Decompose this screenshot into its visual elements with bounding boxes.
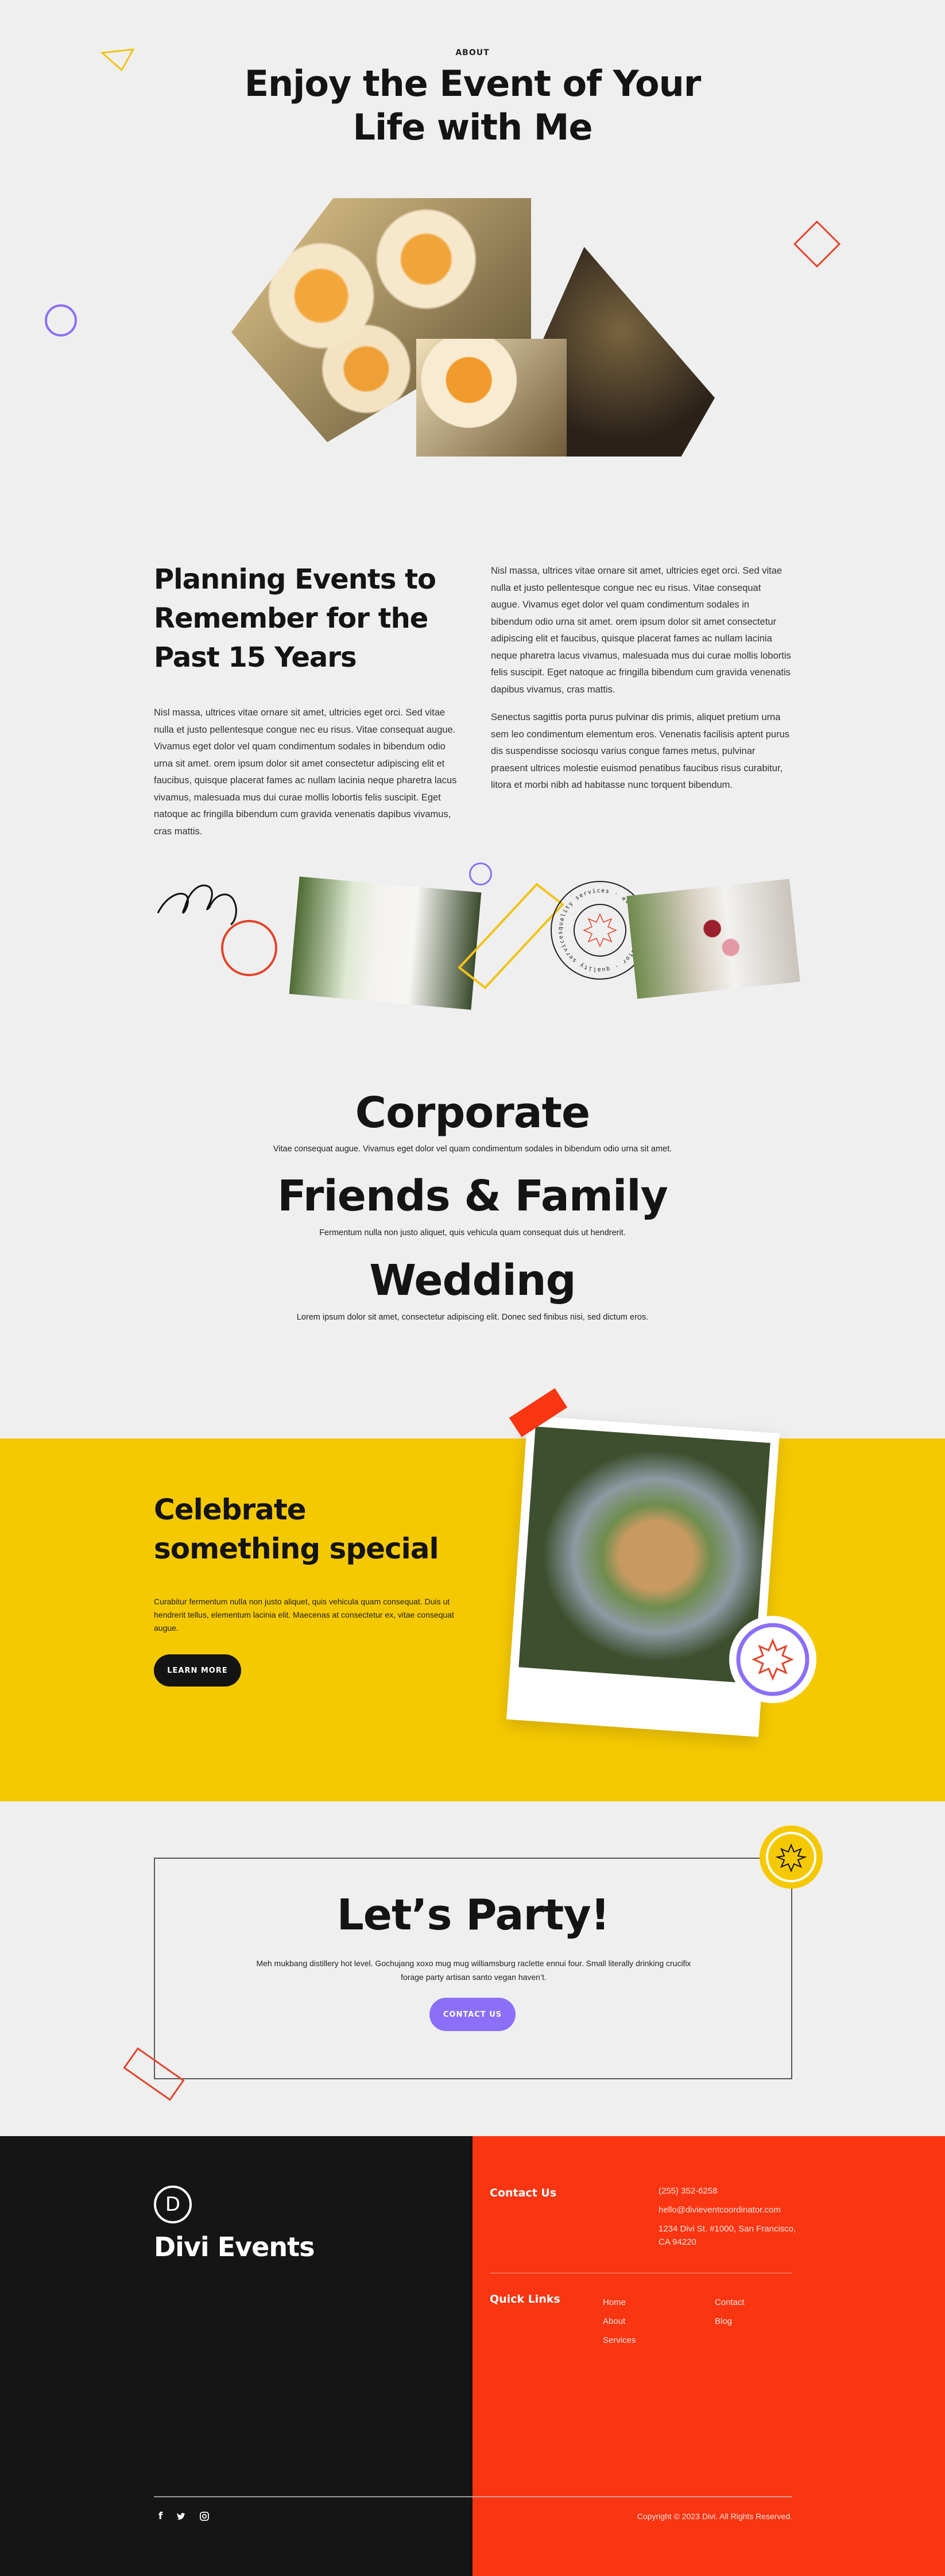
- footer-right: [472, 2136, 945, 2576]
- footer-address: 1234 Divi St. #1000, San Francisco, CA 94…: [659, 2224, 796, 2247]
- twitter-icon[interactable]: [176, 2512, 186, 2521]
- svg-text:quality services · event coord: quality services · event coordinator · q…: [548, 879, 642, 973]
- circle-decoration-icon: [221, 920, 277, 976]
- address-line: 1234 Divi St. #1000, San Francisco,: [659, 2224, 796, 2234]
- celebrate-heading-line: something special: [154, 1532, 439, 1565]
- intro-right-paragraph-1: Nisl massa, ultrices vitae ornare sit am…: [491, 566, 791, 695]
- service-title: Wedding: [369, 1256, 576, 1305]
- learn-more-button[interactable]: LEARN MORE: [154, 1654, 241, 1687]
- service-title: Corporate: [355, 1088, 590, 1138]
- intro-heading-line: Remember for the: [154, 602, 428, 635]
- wedding-cake-photo: [626, 879, 800, 999]
- party-paragraph: Meh mukbang distillery hot level. Gochuj…: [256, 1959, 691, 1982]
- celebrate-paragraph: Curabitur fermentum nulla non justo aliq…: [154, 1597, 454, 1633]
- contact-heading: Contact Us: [490, 2187, 557, 2199]
- footer-email[interactable]: hello@divieventcoordinator.com: [659, 2205, 781, 2215]
- intro-left-paragraph: Nisl massa, ultrices vitae ornare sit am…: [154, 707, 457, 837]
- about-title-line: Life with Me: [353, 106, 592, 148]
- celebrate-heading-line: Celebrate: [154, 1493, 307, 1526]
- footer-left: [0, 2136, 472, 2576]
- about-title-line: Enjoy the Event of Your: [244, 63, 702, 105]
- address-line: CA 94220: [659, 2237, 696, 2247]
- service-description: Vitae consequat augue. Vivamus eget dolo…: [273, 1144, 672, 1154]
- intro-heading-line: Planning Events to: [154, 563, 436, 595]
- footer-link-contact[interactable]: Contact: [715, 2293, 745, 2312]
- quick-links-heading: Quick Links: [490, 2293, 560, 2306]
- footer-bottom-divider: [154, 2496, 792, 2497]
- footer-link-services[interactable]: Services: [603, 2331, 636, 2350]
- triangle-decoration-icon: [100, 48, 135, 72]
- about-title: Enjoy the Event of Your Life with Me: [0, 62, 945, 149]
- intro-heading-line: Past 15 Years: [154, 641, 357, 674]
- service-description: Fermentum nulla non justo aliquet, quis …: [319, 1228, 626, 1237]
- footer-link-blog[interactable]: Blog: [715, 2312, 745, 2331]
- facebook-icon[interactable]: f: [158, 2511, 162, 2522]
- about-eyebrow: ABOUT: [455, 48, 490, 57]
- diamond-decoration-icon: [793, 220, 841, 268]
- intro-heading: Planning Events to Remember for the Past…: [154, 560, 452, 677]
- social-links: f: [158, 2511, 210, 2522]
- copyright: Copyright © 2023 Divi. All Rights Reserv…: [637, 2512, 792, 2521]
- instagram-icon[interactable]: [200, 2512, 210, 2521]
- footer-brand: Divi Events: [154, 2231, 315, 2262]
- intro-right-paragraph-2: Senectus sagittis porta purus pulvinar d…: [491, 712, 790, 790]
- divi-logo-icon[interactable]: D: [154, 2186, 192, 2223]
- bride-photo: [289, 876, 482, 1010]
- contact-us-button[interactable]: CONTACT US: [429, 1998, 516, 2031]
- footer-link-about[interactable]: About: [603, 2312, 636, 2331]
- celebrate-heading: Celebrate something special: [154, 1490, 439, 1568]
- footer-phone[interactable]: (255) 352-6258: [659, 2186, 718, 2196]
- links-col-1: Home About Services: [603, 2293, 636, 2350]
- service-title: Friends & Family: [277, 1171, 668, 1221]
- dessert-photo-small: [416, 339, 567, 457]
- circle-decoration-icon: [45, 304, 77, 336]
- links-col-2: Contact Blog: [715, 2293, 745, 2331]
- yellow-star-badge-icon: [760, 1825, 823, 1889]
- stamp-text: quality services · event coordinator · q…: [548, 879, 642, 973]
- service-description: Lorem ipsum dolor sit amet, consectetur …: [296, 1313, 649, 1322]
- party-heading: Let’s Party!: [336, 1890, 610, 1940]
- footer-link-home[interactable]: Home: [603, 2293, 636, 2312]
- star-badge-icon: [729, 1616, 816, 1703]
